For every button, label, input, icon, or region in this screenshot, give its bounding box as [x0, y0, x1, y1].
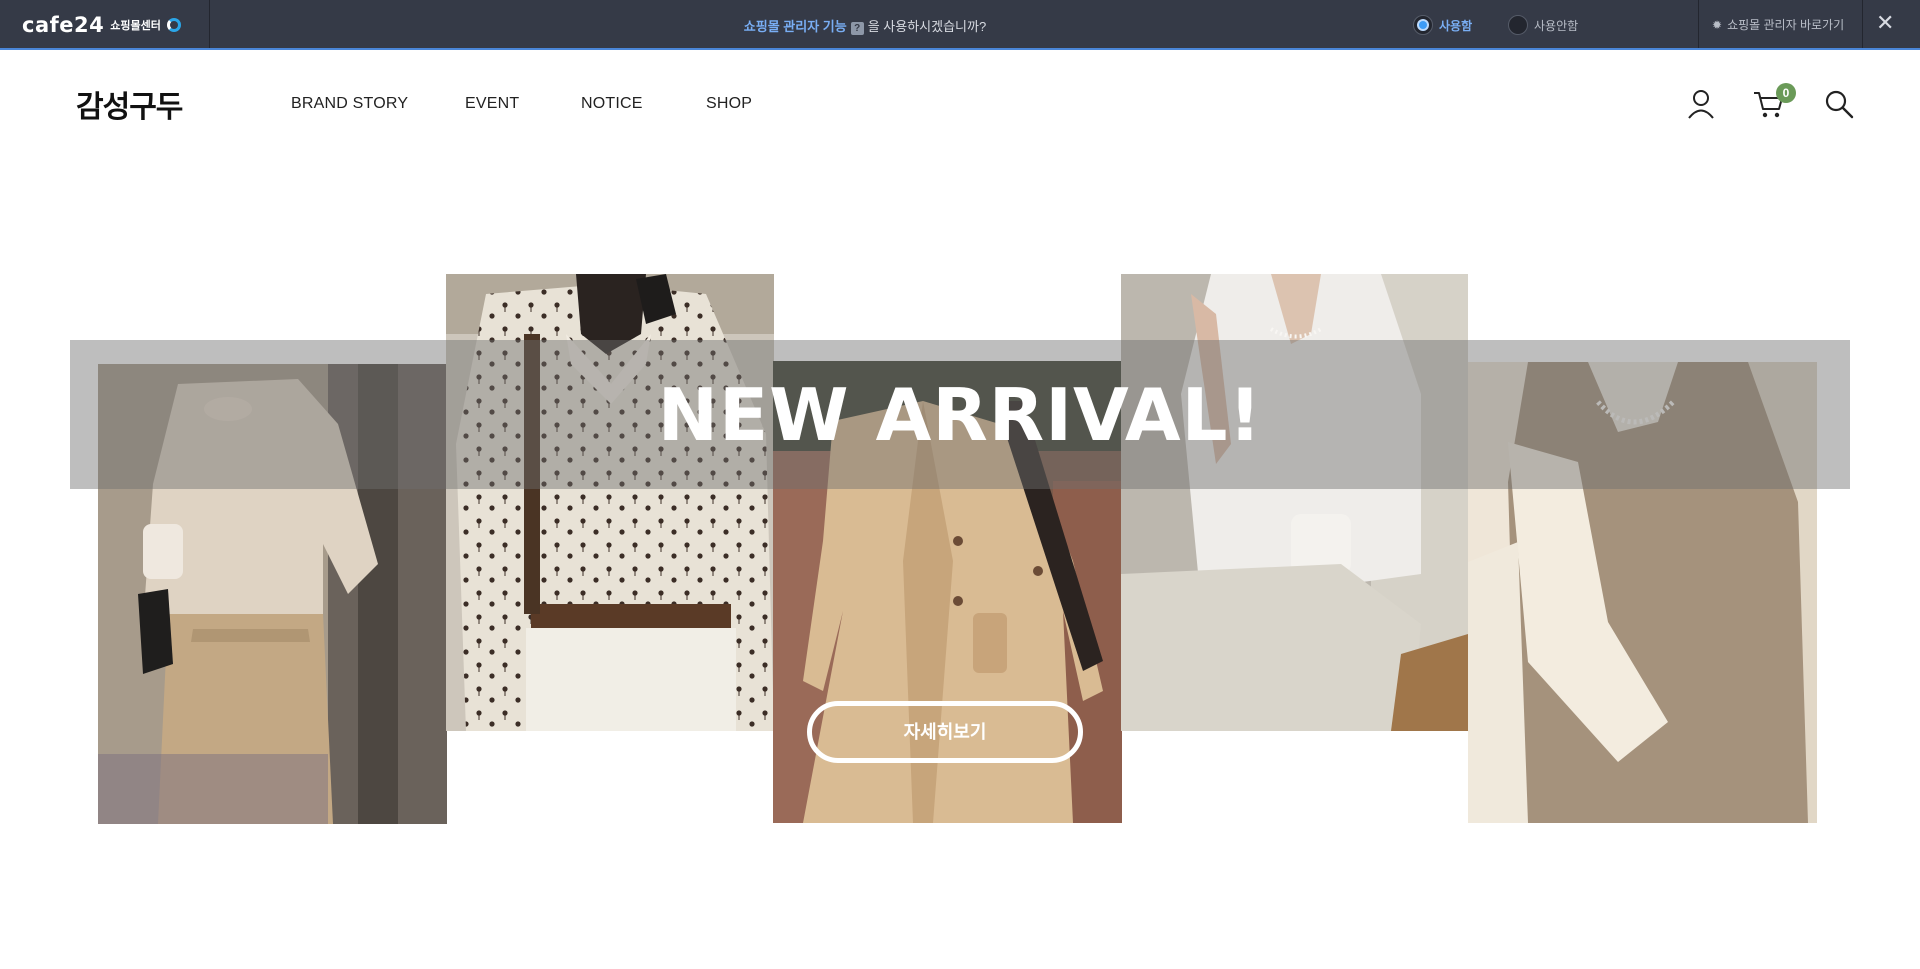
user-icon[interactable] — [1687, 89, 1715, 119]
hero-banner: NEW ARRIVAL! 자세히보기 — [0, 0, 1920, 969]
hero-title: NEW ARRIVAL! — [657, 373, 1263, 457]
view-details-button[interactable]: 자세히보기 — [807, 701, 1083, 763]
nav-brand-story[interactable]: BRAND STORY — [291, 95, 408, 113]
search-icon[interactable] — [1824, 89, 1854, 119]
cart-count-badge: 0 — [1776, 83, 1796, 103]
nav-shop[interactable]: SHOP — [706, 95, 752, 113]
site-logo[interactable]: 감성구두 — [76, 82, 183, 126]
nav-event[interactable]: EVENT — [465, 95, 519, 113]
nav-notice[interactable]: NOTICE — [581, 95, 643, 113]
